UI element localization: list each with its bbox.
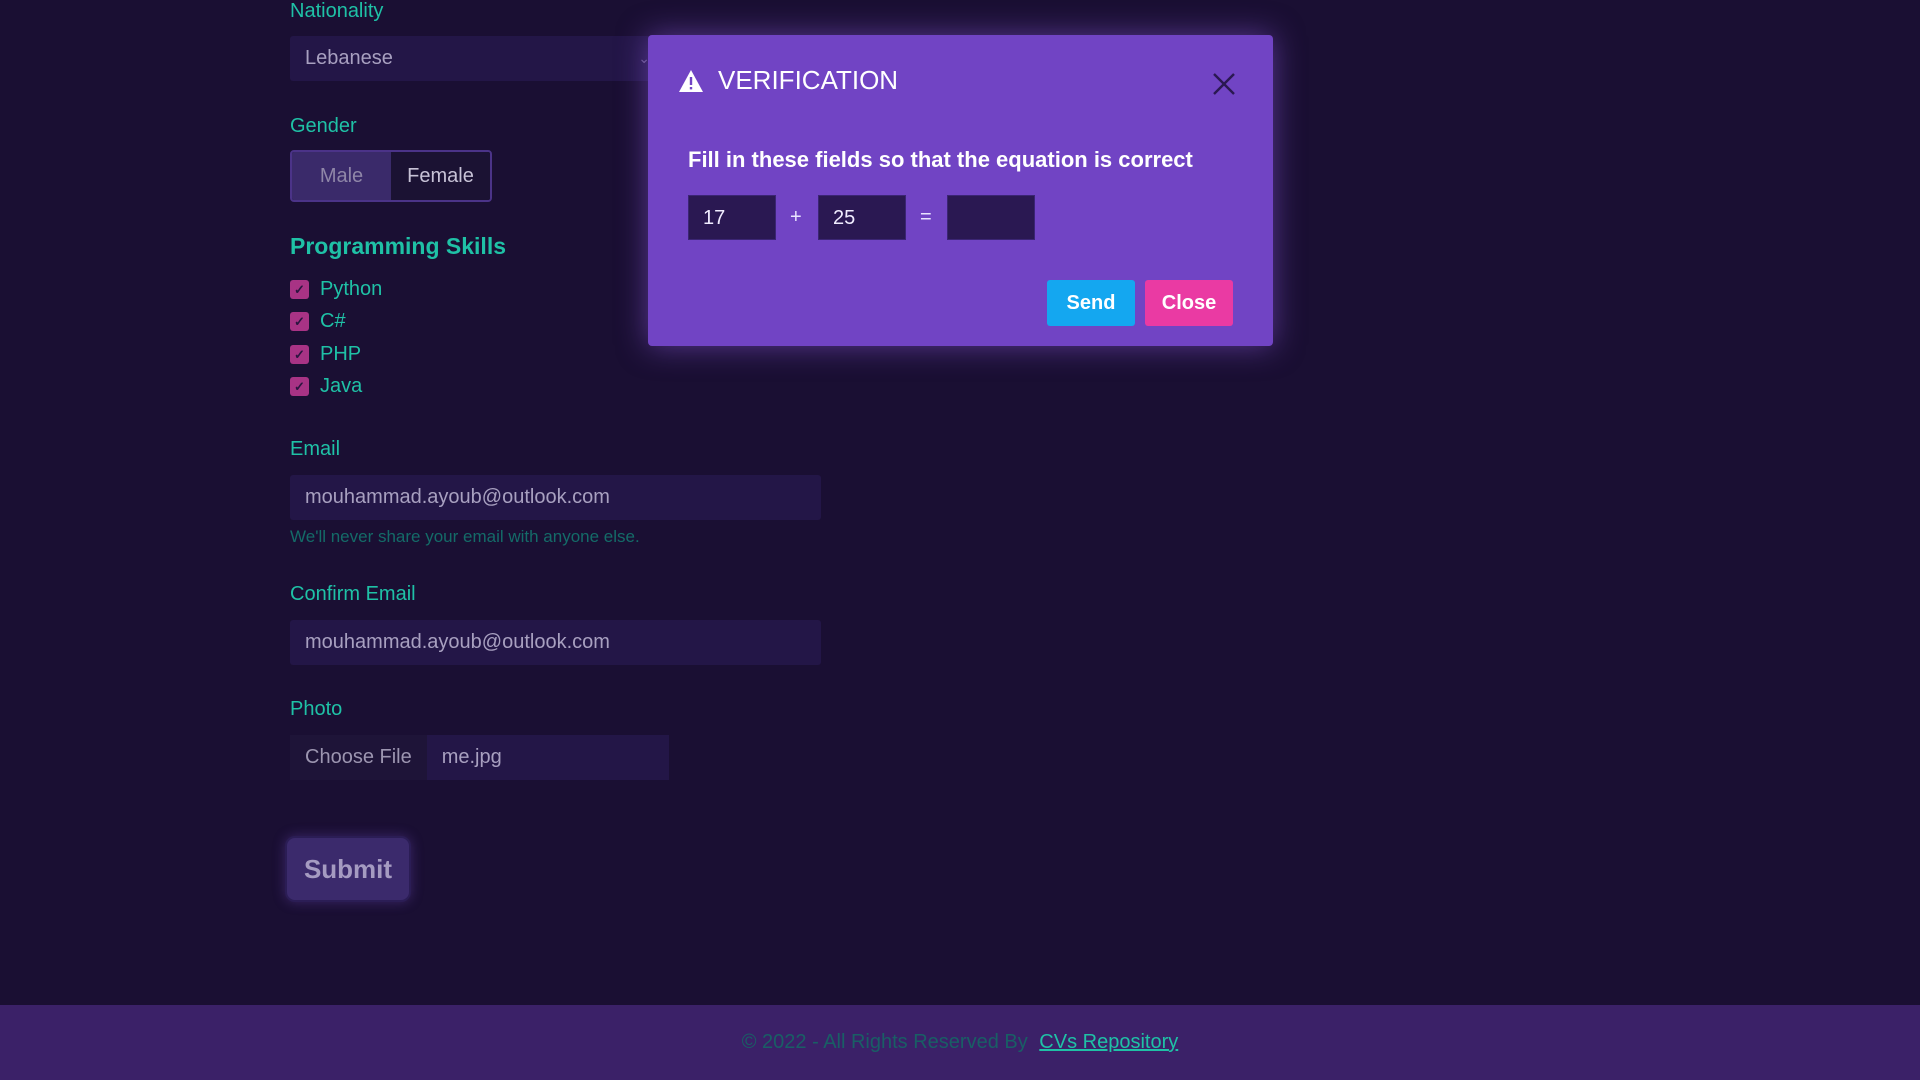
checkbox-checked-icon[interactable]: ✓ — [290, 280, 309, 299]
choose-file-button[interactable]: Choose File — [290, 735, 427, 780]
gender-toggle-group: Male Female — [290, 150, 492, 202]
skill-csharp[interactable]: ✓ C# — [290, 310, 346, 333]
email-label: Email — [290, 438, 341, 460]
nationality-value: Lebanese — [305, 47, 393, 69]
modal-title: VERIFICATION — [718, 65, 899, 95]
modal-prompt: Fill in these fields so that the equatio… — [688, 147, 1193, 172]
operand-1-input[interactable]: 17 — [688, 195, 776, 240]
skill-label: C# — [320, 310, 346, 332]
confirm-email-label: Confirm Email — [290, 583, 416, 605]
checkbox-checked-icon[interactable]: ✓ — [290, 345, 309, 364]
page-background: Nationality Lebanese ⌄ Gender Male Femal… — [0, 0, 1920, 1080]
confirm-email-input[interactable]: mouhammad.ayoub@outlook.com — [290, 620, 821, 665]
footer-link[interactable]: CVs Repository — [1039, 1031, 1178, 1053]
gender-female-button[interactable]: Female — [391, 152, 490, 200]
checkbox-checked-icon[interactable]: ✓ — [290, 377, 309, 396]
gender-label: Gender — [290, 115, 357, 137]
operand-2-input[interactable]: 25 — [818, 195, 906, 240]
skill-label: PHP — [320, 343, 362, 365]
plus-sign: + — [790, 206, 802, 228]
modal-header: VERIFICATION — [678, 65, 898, 96]
skill-php[interactable]: ✓ PHP — [290, 343, 361, 366]
warning-icon — [679, 69, 703, 92]
skills-title: Programming Skills — [290, 233, 507, 259]
send-button[interactable]: Send — [1047, 280, 1135, 326]
skill-label: Java — [320, 375, 363, 397]
nationality-label: Nationality — [290, 0, 384, 22]
verification-modal: VERIFICATION Fill in these fields so tha… — [648, 35, 1273, 346]
equals-sign: = — [920, 206, 932, 228]
photo-file-input[interactable]: Choose File me.jpg — [290, 735, 669, 780]
email-input[interactable]: mouhammad.ayoub@outlook.com — [290, 475, 821, 520]
answer-input[interactable] — [947, 195, 1035, 240]
skill-python[interactable]: ✓ Python — [290, 278, 382, 301]
nationality-select[interactable]: Lebanese ⌄ — [290, 36, 660, 81]
submit-button[interactable]: Submit — [285, 836, 411, 902]
footer: © 2022 - All Rights Reserved By CVs Repo… — [0, 1005, 1920, 1080]
skill-java[interactable]: ✓ Java — [290, 375, 362, 398]
close-icon[interactable] — [1211, 71, 1237, 97]
gender-male-button[interactable]: Male — [292, 152, 391, 200]
file-name: me.jpg — [426, 735, 669, 780]
close-button[interactable]: Close — [1145, 280, 1233, 326]
footer-copyright: © 2022 - All Rights Reserved By — [741, 1031, 1028, 1053]
email-hint: We'll never share your email with anyone… — [290, 527, 640, 546]
skill-label: Python — [320, 278, 383, 300]
checkbox-checked-icon[interactable]: ✓ — [290, 312, 309, 331]
photo-label: Photo — [290, 698, 343, 720]
